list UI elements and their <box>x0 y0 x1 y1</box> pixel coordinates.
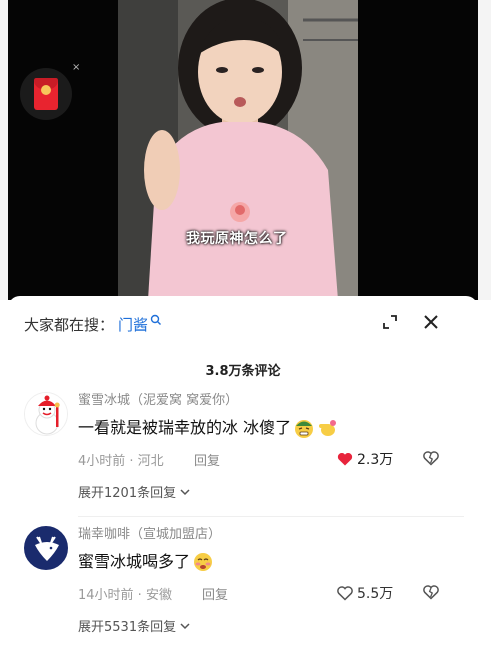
comment-text: 蜜雪冰城喝多了 <box>78 552 191 571</box>
search-icon <box>150 314 162 325</box>
comment-meta: 4小时前 · 河北 回复 2.3万 <box>78 449 464 469</box>
comment-text: 一看就是被瑞幸放的冰 冰傻了 <box>78 418 292 437</box>
comment-time-location: 14小时前 · 安徽 <box>78 588 172 603</box>
tipsy-emoji <box>194 553 213 571</box>
close-icon[interactable] <box>420 311 442 333</box>
chevron-down-icon <box>180 488 190 495</box>
reply-button[interactable]: 回复 <box>202 584 228 603</box>
comment-count: 3.8万条评论 <box>205 364 281 379</box>
comment-panel: 大家都在搜： 门酱 3.8万条评论 蜜雪冰城（泥爱窝 窝爱你） 一看就是被瑞幸放… <box>8 296 478 655</box>
search-suggestion-label: 大家都在搜： <box>24 315 115 334</box>
expand-replies-label: 展开1201条回复 <box>78 486 177 501</box>
comment-divider <box>78 516 464 517</box>
grimace-emoji <box>295 420 314 438</box>
comment-username[interactable]: 蜜雪冰城（泥爱窝 窝爱你） <box>78 392 464 410</box>
search-suggestion[interactable]: 大家都在搜： 门酱 <box>24 312 162 336</box>
dislike-heart-icon[interactable] <box>422 583 440 601</box>
deer-avatar[interactable] <box>24 526 68 570</box>
video-person-illustration <box>118 0 358 300</box>
red-envelope-button[interactable] <box>20 68 72 120</box>
heart-outline-icon <box>337 586 353 601</box>
like-count: 5.5万 <box>357 586 394 602</box>
comment-text-row: 一看就是被瑞幸放的冰 冰傻了 <box>78 416 464 440</box>
red-envelope-close-icon[interactable]: × <box>72 62 80 73</box>
reply-button[interactable]: 回复 <box>194 450 220 469</box>
comment-body: 蜜雪冰城（泥爱窝 窝爱你） 一看就是被瑞幸放的冰 冰傻了 4小时前 · 河北 回… <box>78 392 464 501</box>
dislike-heart-icon[interactable] <box>422 449 440 467</box>
like-count: 2.3万 <box>357 452 394 468</box>
like-button[interactable]: 2.3万 <box>336 449 393 469</box>
video-area: 我玩原神怎么了 × <box>0 0 491 300</box>
snowman-avatar-image <box>25 393 67 435</box>
video-subtitle: 我玩原神怎么了 <box>186 231 288 247</box>
heart-filled-icon <box>337 452 353 466</box>
snowman-avatar[interactable] <box>24 392 68 436</box>
comment-text-row: 蜜雪冰城喝多了 <box>78 550 464 574</box>
search-suggestion-term[interactable]: 门酱 <box>118 314 148 335</box>
chevron-down-icon <box>180 622 190 629</box>
like-button[interactable]: 5.5万 <box>336 583 393 603</box>
comment-meta: 14小时前 · 安徽 回复 5.5万 <box>78 583 464 603</box>
deer-avatar-image <box>25 527 67 569</box>
expand-replies-label: 展开5531条回复 <box>78 620 177 635</box>
red-envelope-icon <box>34 78 58 110</box>
video-player[interactable]: 我玩原神怎么了 <box>8 0 478 300</box>
video-frame <box>118 0 358 300</box>
expand-replies-button[interactable]: 展开1201条回复 <box>78 482 191 501</box>
comment-time-location: 4小时前 · 河北 <box>78 454 164 469</box>
expand-replies-button[interactable]: 展开5531条回复 <box>78 616 191 635</box>
comment-body: 瑞幸咖啡（宣城加盟店） 蜜雪冰城喝多了 14小时前 · 安徽 回复 5.5万 展… <box>78 526 464 635</box>
expand-icon[interactable] <box>380 312 400 332</box>
comment-username[interactable]: 瑞幸咖啡（宣城加盟店） <box>78 526 464 544</box>
pointing-hand-emoji <box>319 420 337 436</box>
